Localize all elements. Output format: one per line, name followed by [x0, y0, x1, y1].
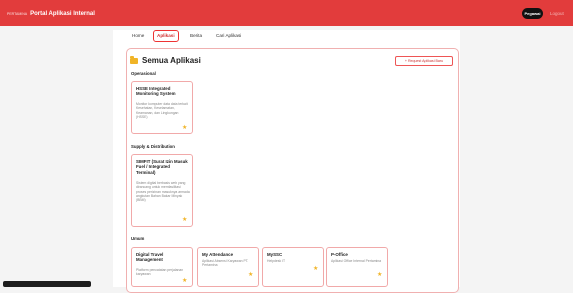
logout-link[interactable]: Logout	[550, 11, 564, 16]
app-card-title: My Attendance	[202, 252, 234, 257]
section-title-supply: Supply & Distribution	[131, 144, 175, 149]
app-card[interactable]: P-Office Aplikasi Office Internal Pertam…	[326, 247, 388, 287]
app-card[interactable]: Digital Travel Management Platform penca…	[131, 247, 193, 287]
star-icon[interactable]: ★	[313, 266, 318, 272]
app-card-title: Digital Travel Management	[136, 252, 164, 263]
section-title-operasional: Operasional	[131, 71, 156, 76]
tab-home[interactable]: Home	[132, 33, 144, 38]
page-title-text: Semua Aplikasi	[142, 56, 201, 65]
app-card-desc: Aplikasi Office Internal Pertamina	[331, 259, 382, 263]
tab-cari-aplikasi[interactable]: Cari Aplikasi	[216, 33, 241, 38]
app-card-desc: Monitor komputer data data terkait Keseh…	[136, 102, 188, 119]
star-icon[interactable]: ★	[182, 125, 187, 131]
brand[interactable]: PERTAMINA Portal Aplikasi Internal	[7, 9, 95, 18]
app-card-desc: Aplikasi Absensi Karyawan PT. Pertamina	[202, 259, 249, 268]
tab-aplikasi[interactable]: Aplikasi	[157, 33, 175, 38]
app-card[interactable]: HSSE Integrated Monitoring System Monito…	[131, 81, 193, 134]
star-icon[interactable]: ★	[377, 272, 382, 278]
app-card-title: HSSE Integrated Monitoring System	[136, 86, 176, 97]
star-icon[interactable]: ★	[182, 278, 187, 284]
pertamina-logo-icon: PERTAMINA	[7, 11, 28, 16]
star-icon[interactable]: ★	[182, 217, 187, 223]
app-card-desc: Platform pencatatan perjalanan karyawan	[136, 268, 184, 277]
page-title: Semua Aplikasi	[130, 55, 201, 65]
app-card[interactable]: MySSC Helpdesk IT ★	[262, 247, 324, 287]
app-card-desc: Helpdesk IT	[267, 259, 286, 263]
request-app-button[interactable]: + Request Aplikasi Baru	[395, 56, 453, 66]
app-card-desc: Sistem digital berbasis web yang diranca…	[136, 181, 190, 202]
status-bar	[3, 281, 91, 287]
app-card[interactable]: My Attendance Aplikasi Absensi Karyawan …	[197, 247, 259, 287]
tab-berita[interactable]: Berita	[190, 33, 202, 38]
app-title: Portal Aplikasi Internal	[30, 10, 95, 17]
app-card[interactable]: SIMFIT (Surat Izin Masuk Fuel / Integrat…	[131, 154, 193, 227]
app-card-title: MySSC	[267, 252, 283, 257]
app-card-title: SIMFIT (Surat Izin Masuk Fuel / Integrat…	[136, 159, 188, 175]
pegawai-button[interactable]: Pegawai	[522, 8, 543, 19]
folder-icon	[130, 55, 138, 64]
app-card-title: P-Office	[331, 252, 348, 257]
star-icon[interactable]: ★	[248, 272, 253, 278]
section-title-umum: Umum	[131, 236, 145, 241]
